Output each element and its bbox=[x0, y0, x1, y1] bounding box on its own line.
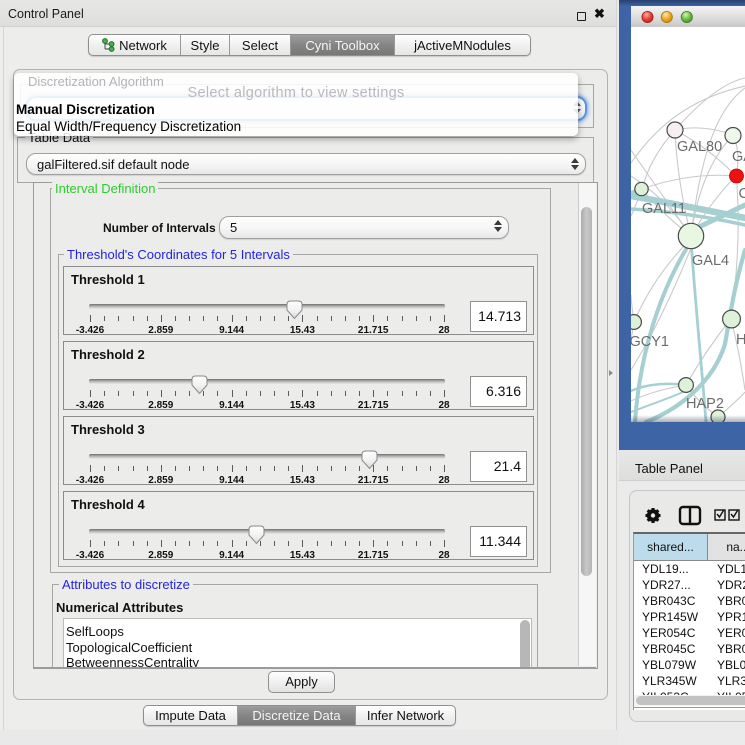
svg-text:GAL80: GAL80 bbox=[677, 139, 722, 155]
svg-text:GAL4: GAL4 bbox=[692, 253, 729, 269]
svg-text:GAL: GAL bbox=[732, 149, 745, 165]
svg-text:C: C bbox=[739, 186, 745, 202]
svg-text:GCY1: GCY1 bbox=[631, 334, 669, 350]
svg-text:GAL11: GAL11 bbox=[642, 201, 686, 217]
svg-text:HL: HL bbox=[736, 332, 745, 348]
svg-text:HAP2: HAP2 bbox=[686, 396, 724, 412]
